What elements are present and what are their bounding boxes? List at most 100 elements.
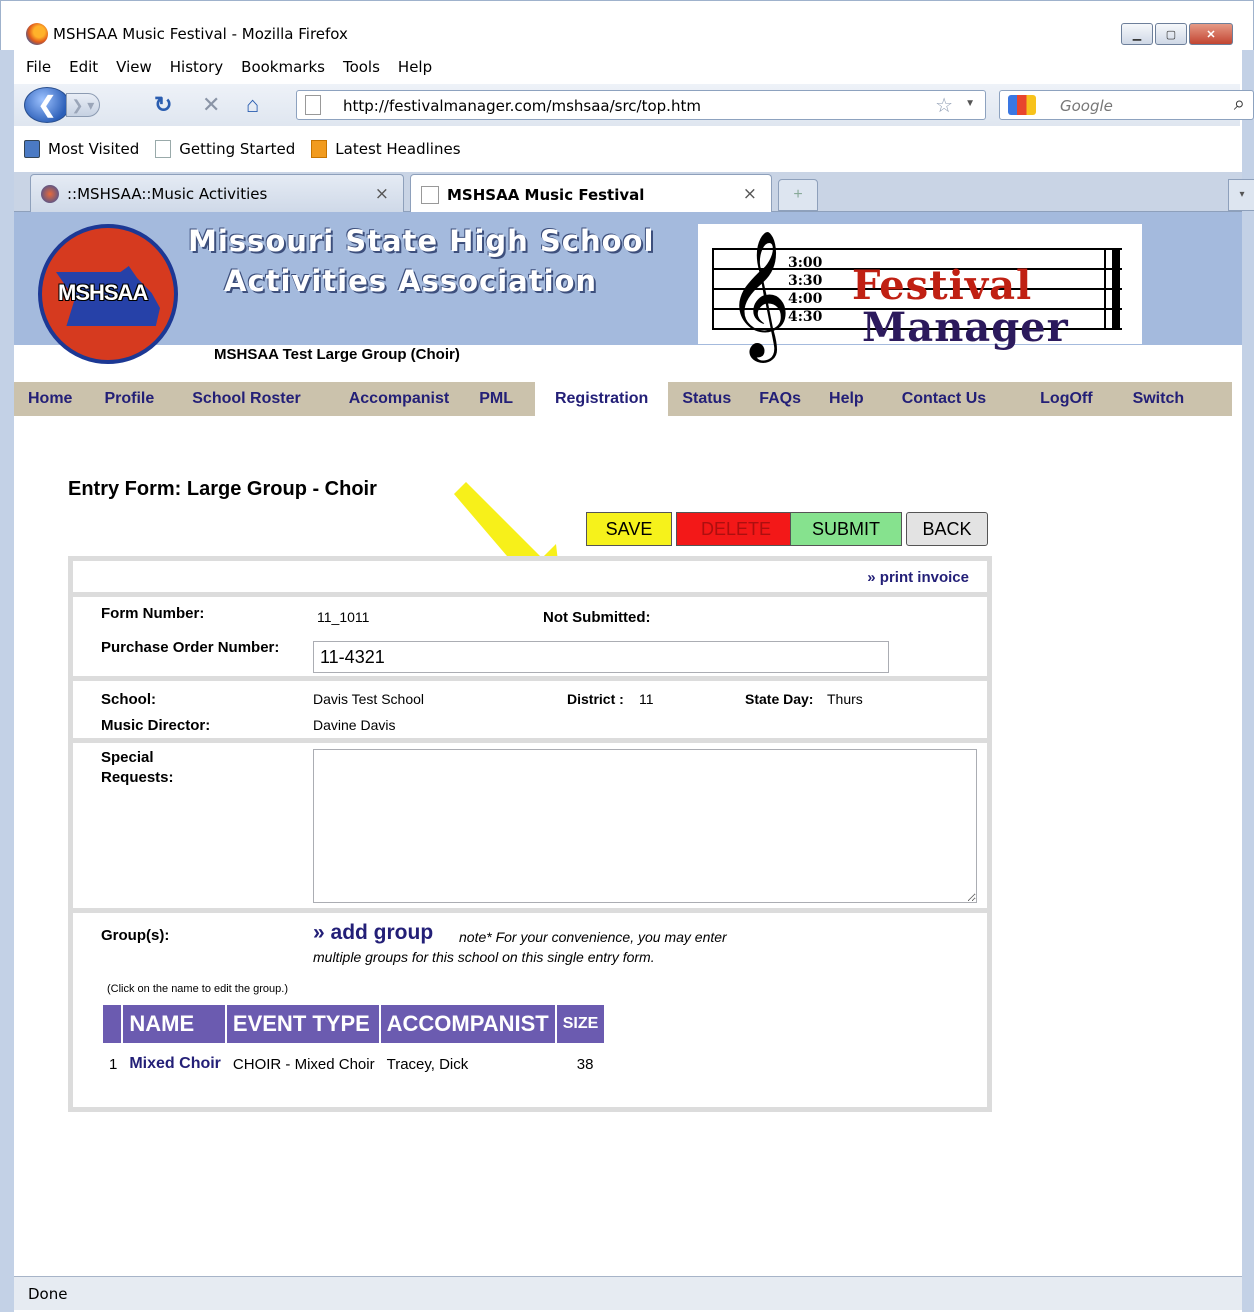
page-content: MSHSAA Missouri State High School Activi… (14, 212, 1242, 1276)
reload-icon[interactable]: ↻ (154, 92, 172, 118)
page-icon (305, 95, 321, 115)
close-tab-icon[interactable]: × (375, 184, 389, 204)
page-title: Entry Form: Large Group - Choir (68, 478, 377, 500)
special-requests-label-2: Requests: (101, 769, 174, 786)
special-requests-section: Special Requests: (73, 743, 987, 913)
nav-school-roster[interactable]: School Roster (178, 382, 314, 416)
state-day-value: Thurs (827, 691, 863, 707)
list-tabs-button[interactable]: ▾ (1228, 179, 1254, 211)
back-arrow-icon: ❮ (37, 92, 57, 117)
nav-switch[interactable]: Switch (1119, 382, 1199, 416)
group-name-link[interactable]: Mixed Choir (123, 1043, 225, 1073)
music-director-label: Music Director: (101, 717, 211, 734)
menu-edit[interactable]: Edit (69, 58, 98, 76)
nav-profile[interactable]: Profile (90, 382, 168, 416)
menu-history[interactable]: History (170, 58, 223, 76)
navigation-toolbar: ❮ ❯ ▾ ↻ ✕ ⌂ http://festivalmanager.com/m… (14, 84, 1254, 126)
nav-faqs[interactable]: FAQs (745, 382, 815, 416)
col-accompanist: ACCOMPANIST (380, 1005, 555, 1043)
rss-icon (311, 140, 328, 158)
menu-tools[interactable]: Tools (343, 58, 380, 76)
new-tab-button[interactable]: + (778, 179, 818, 211)
entry-form: » print invoice Form Number: 11_1011 Not… (68, 556, 992, 1112)
search-placeholder: Google (1060, 97, 1113, 115)
bookmark-getting-started[interactable]: Getting Started (155, 140, 295, 158)
group-name: MSHSAA Test Large Group (Choir) (214, 346, 460, 363)
menu-help[interactable]: Help (398, 58, 432, 76)
chevron-down-icon[interactable]: ▼ (965, 98, 975, 109)
nav-help[interactable]: Help (815, 382, 878, 416)
po-number-input[interactable] (313, 641, 889, 673)
print-invoice-link[interactable]: » print invoice (867, 569, 969, 586)
state-day-label: State Day: (745, 691, 814, 707)
window-frame-right (1242, 50, 1254, 1312)
delete-button[interactable]: DELETE (676, 512, 796, 546)
site-navigation: Home Profile School Roster Accompanist P… (14, 382, 1232, 416)
nav-home[interactable]: Home (14, 382, 86, 416)
search-engine-icon[interactable] (1008, 95, 1036, 115)
product-name-line1: Festival (852, 262, 1033, 309)
save-button[interactable]: SAVE (586, 512, 672, 546)
home-icon[interactable]: ⌂ (246, 92, 259, 118)
window-title: MSHSAA Music Festival - Mozilla Firefox (53, 25, 348, 43)
bookmarks-toolbar: Most Visited Getting Started Latest Head… (14, 134, 1240, 164)
groups-table: NAME EVENT TYPE ACCOMPANIST SIZE 1 Mixed… (101, 1005, 606, 1073)
menu-view[interactable]: View (116, 58, 152, 76)
product-name-line2: Manager (862, 304, 1069, 351)
menu-file[interactable]: File (26, 58, 51, 76)
col-event-type: EVENT TYPE (226, 1005, 379, 1043)
close-window-button[interactable]: ✕ (1189, 23, 1233, 45)
row-number: 1 (109, 1055, 118, 1073)
size-cell: 38 (576, 1055, 594, 1073)
school-value: Davis Test School (313, 691, 425, 707)
minimize-button[interactable]: ▁ (1121, 23, 1153, 45)
col-size: SIZE (556, 1005, 605, 1043)
back-form-button[interactable]: BACK (906, 512, 988, 546)
bookmark-latest-headlines[interactable]: Latest Headlines (311, 140, 461, 158)
tab-strip: ::MSHSAA::Music Activities × MSHSAA Musi… (14, 172, 1254, 214)
tab-music-activities[interactable]: ::MSHSAA::Music Activities × (30, 174, 404, 212)
status-text: Done (28, 1284, 68, 1303)
bookmark-star-icon[interactable]: ☆ (935, 93, 953, 118)
special-requests-textarea[interactable] (313, 749, 977, 903)
nav-logoff[interactable]: LogOff (1026, 382, 1106, 416)
groups-label: Group(s): (101, 927, 170, 944)
window-titlebar: MSHSAA Music Festival - Mozilla Firefox … (0, 0, 1254, 50)
submit-button[interactable]: SUBMIT (790, 512, 902, 546)
logo-text: MSHSAA (58, 280, 148, 305)
tab-music-festival[interactable]: MSHSAA Music Festival × (410, 174, 772, 214)
event-type-cell: CHOIR - Mixed Choir (232, 1055, 375, 1073)
invoice-row: » print invoice (73, 561, 987, 597)
back-button[interactable]: ❮ (24, 87, 70, 123)
stop-icon[interactable]: ✕ (202, 92, 220, 118)
url-bar[interactable]: http://festivalmanager.com/mshsaa/src/to… (296, 90, 986, 120)
search-icon[interactable]: ⌕ (1234, 93, 1245, 116)
url-text: http://festivalmanager.com/mshsaa/src/to… (343, 97, 701, 115)
school-label: School: (101, 691, 156, 708)
search-box[interactable]: Google ⌕ (999, 90, 1254, 120)
nav-registration[interactable]: Registration (534, 382, 669, 416)
page-icon (155, 140, 172, 158)
forward-button[interactable]: ❯ ▾ (66, 93, 100, 117)
form-info-section: Form Number: 11_1011 Not Submitted: Purc… (73, 597, 987, 681)
add-group-link[interactable]: » add group (313, 921, 433, 945)
maximize-button[interactable]: ▢ (1155, 23, 1187, 45)
accompanist-cell: Tracey, Dick (386, 1055, 469, 1073)
music-director-value: Davine Davis (313, 717, 396, 733)
note-line-1: note* For your convenience, you may ente… (459, 929, 727, 945)
close-tab-icon[interactable]: × (743, 184, 757, 204)
nav-contact-us[interactable]: Contact Us (888, 382, 1000, 416)
school-info-section: School: Davis Test School District : 11 … (73, 681, 987, 743)
table-row: 1 Mixed Choir CHOIR - Mixed Choir Tracey… (103, 1043, 604, 1073)
org-name-line2: Activities Association (224, 264, 598, 298)
status-bar: Done (14, 1276, 1242, 1310)
nav-pml[interactable]: PML (465, 382, 527, 416)
time-slots: 3:00 3:30 4:00 4:30 (788, 255, 823, 325)
menu-bookmarks[interactable]: Bookmarks (241, 58, 325, 76)
treble-clef-icon: 𝄞 (726, 229, 792, 357)
nav-accompanist[interactable]: Accompanist (335, 382, 463, 416)
nav-status[interactable]: Status (668, 382, 745, 416)
window-controls: ▁ ▢ ✕ (1121, 23, 1233, 45)
bookmark-most-visited[interactable]: Most Visited (24, 140, 139, 158)
po-label: Purchase Order Number: (101, 639, 280, 656)
